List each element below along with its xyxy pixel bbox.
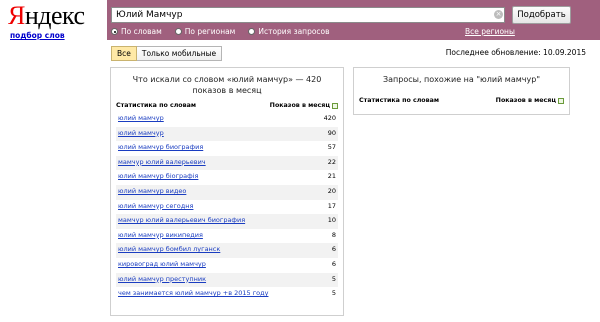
mode-radio-regions[interactable]: По регионам — [174, 27, 236, 36]
column-header-words: Статистика по словам — [359, 97, 440, 104]
submit-button[interactable]: Подобрать — [512, 6, 571, 24]
count-value: 5 — [331, 274, 336, 283]
similar-queries-panel: Запросы, похожие на "юлий мамчур" Статис… — [353, 67, 570, 115]
word-stats-header: Статистика по словам Показов в месяц — [116, 101, 338, 110]
count-value: 90 — [327, 128, 336, 137]
phrase-link[interactable]: кировоград юлий мамчур — [118, 260, 206, 269]
table-row: чем занимается юлий мамчур +в 2015 году 5 — [116, 287, 338, 309]
tab-all[interactable]: Все — [111, 46, 137, 61]
column-header-shows-label: Показов в месяц — [495, 97, 556, 104]
phrase-link[interactable]: мамчур юлий валерьевич биография — [118, 217, 245, 225]
column-header-shows: Показов в месяц — [496, 96, 564, 105]
count-value: 6 — [331, 245, 336, 254]
table-row: юлий мамчур 420 — [116, 112, 338, 127]
phrase-link[interactable]: чем занимается юлий мамчур +в 2015 году — [118, 290, 268, 298]
help-icon[interactable] — [558, 97, 564, 104]
clear-icon[interactable]: × — [494, 10, 503, 19]
regions-link[interactable]: Все регионы — [465, 27, 515, 36]
phrase-link[interactable]: юлий мамчур бомбил луганск — [118, 246, 220, 254]
count-value: 8 — [331, 230, 336, 239]
mode-radio-label: По словам — [121, 27, 162, 36]
count-value: 420 — [323, 114, 336, 122]
help-icon[interactable] — [332, 102, 338, 109]
table-row: юлий мамчур видео 20 — [116, 184, 338, 200]
table-row: юлий мамчур википедия 8 — [116, 229, 338, 244]
table-row: юлий мамчур бомбил луганск 6 — [116, 243, 338, 258]
similar-queries-header: Статистика по словам Показов в месяц — [359, 96, 564, 105]
count-value: 10 — [327, 216, 336, 225]
column-header-shows: Показов в месяц — [270, 101, 338, 110]
count-value: 57 — [327, 143, 336, 152]
phrase-link[interactable]: мамчур юлий валерьевич — [118, 158, 206, 167]
radio-unchecked-icon[interactable] — [248, 28, 256, 35]
logo-first-letter: Я — [8, 1, 25, 30]
device-tabs: Все Только мобильные — [111, 46, 223, 61]
count-value: 22 — [327, 157, 336, 166]
column-header-words: Статистика по словам — [116, 102, 197, 109]
table-row: мамчур юлий валерьевич 22 — [116, 155, 338, 171]
table-row: юлий мамчур 90 — [116, 126, 338, 142]
phrase-link[interactable]: юлий мамчур биография — [118, 144, 203, 152]
table-row: кировоград юлий мамчур 6 — [116, 258, 338, 273]
search-input[interactable]: Юлий Мамчур — [111, 7, 505, 23]
mode-radio-words[interactable]: По словам — [111, 27, 162, 36]
phrase-link[interactable]: юлий мамчур — [118, 129, 164, 138]
count-value: 21 — [327, 172, 336, 181]
count-value: 5 — [331, 289, 336, 298]
mode-radio-label: История запросов — [258, 27, 330, 36]
column-header-shows-label: Показов в месяц — [269, 102, 330, 109]
count-value: 20 — [327, 186, 336, 195]
table-row: юлий мамчур биография 57 — [116, 141, 338, 156]
mode-radio-group: По словам По регионам История запросов — [111, 26, 343, 37]
phrase-link[interactable]: юлий мамчур видео — [118, 187, 186, 196]
similar-queries-title: Запросы, похожие на "юлий мамчур" — [383, 75, 540, 84]
word-stats-rows: юлий мамчур 420 юлий мамчур 90 юлий мамчур… — [116, 112, 338, 309]
count-value: 6 — [331, 259, 336, 268]
phrase-link[interactable]: юлий мамчур преступник — [118, 275, 206, 284]
phrase-link[interactable]: юлий мамчур — [118, 114, 164, 123]
phrase-link[interactable]: юлий мамчур википедия — [118, 231, 203, 240]
tab-mobile-only[interactable]: Только мобильные — [136, 46, 223, 61]
mode-radio-label: По регионам — [184, 27, 236, 36]
last-updated-text: Последнее обновление: 10.09.2015 — [445, 48, 586, 57]
logo-rest: ндекс — [24, 1, 85, 30]
radio-checked-icon[interactable] — [111, 28, 118, 35]
phrase-link[interactable]: юлий мамчур біографія — [118, 173, 198, 181]
table-row: юлий мамчур сегодня 17 — [116, 200, 338, 215]
word-stats-title: Что искали со словом «юлий мамчур» — 420… — [132, 75, 322, 95]
word-stats-panel: Что искали со словом «юлий мамчур» — 420… — [110, 67, 344, 316]
radio-unchecked-icon[interactable] — [174, 28, 182, 35]
yandex-logo[interactable]: Яндекс — [8, 3, 85, 29]
table-row: юлий мамчур біографія 21 — [116, 170, 338, 185]
count-value: 17 — [327, 201, 336, 210]
mode-radio-history[interactable]: История запросов — [248, 27, 330, 36]
service-link[interactable]: подбор слов — [10, 31, 65, 40]
table-row: юлий мамчур преступник 5 — [116, 272, 338, 288]
table-row: мамчур юлий валерьевич биография 10 — [116, 214, 338, 229]
phrase-link[interactable]: юлий мамчур сегодня — [118, 202, 193, 211]
